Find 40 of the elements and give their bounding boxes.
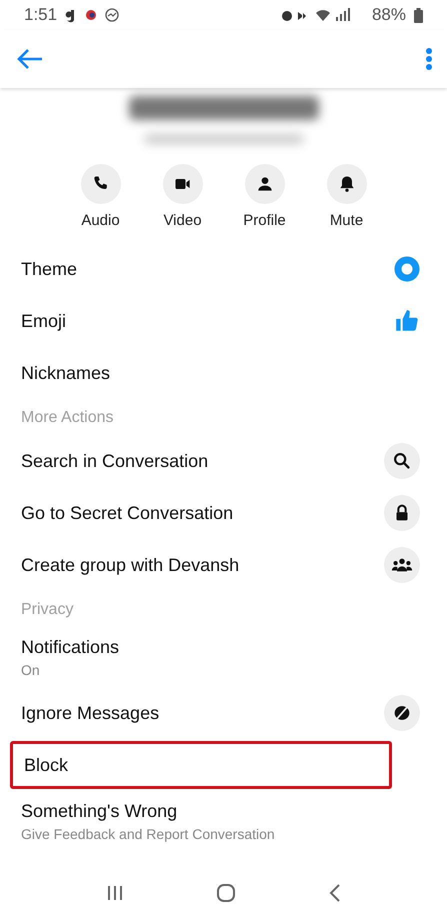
theme-swatch-icon bbox=[394, 256, 420, 282]
battery-percentage: 88% bbox=[372, 5, 406, 25]
thumbs-up-icon bbox=[394, 308, 420, 334]
contact-action-button[interactable]: Video bbox=[162, 164, 202, 229]
menu-item-label[interactable]: Theme bbox=[21, 258, 78, 280]
contact-action-button[interactable]: Audio bbox=[80, 164, 120, 229]
home-button[interactable] bbox=[216, 883, 236, 903]
recent-apps-icon bbox=[106, 884, 124, 902]
menu-item-label[interactable]: Emoji bbox=[21, 310, 66, 332]
crossed-bubble-icon bbox=[384, 695, 420, 731]
status-time: 1:51 bbox=[24, 5, 58, 25]
contact-action-button[interactable]: Profile bbox=[244, 164, 284, 229]
battery-icon bbox=[414, 8, 423, 22]
section-header: More Actions bbox=[20, 408, 114, 428]
menu-item-label[interactable]: Notifications bbox=[21, 636, 120, 658]
group-icon bbox=[384, 547, 420, 583]
person-icon bbox=[244, 164, 284, 204]
recent-apps-button[interactable] bbox=[106, 884, 124, 902]
lock-icon bbox=[384, 495, 420, 531]
menu-item-label[interactable]: Search in Conversation bbox=[21, 450, 208, 472]
phone-icon bbox=[80, 164, 120, 204]
menu-item-label[interactable]: Go to Secret Conversation bbox=[21, 502, 234, 524]
menu-item-label[interactable]: Create group with Devansh bbox=[21, 554, 240, 576]
menu-item-label[interactable]: Something's Wrong bbox=[21, 800, 275, 822]
menu-item-label[interactable]: Ignore Messages bbox=[21, 702, 160, 724]
contact-action-button[interactable]: Mute bbox=[326, 164, 366, 229]
bell-icon bbox=[326, 164, 366, 204]
more-options-icon bbox=[425, 47, 433, 71]
menu-item-label[interactable]: Nicknames bbox=[21, 362, 110, 384]
more-options-button[interactable] bbox=[425, 47, 433, 71]
back-chevron-icon bbox=[328, 883, 341, 903]
video-camera-icon bbox=[162, 164, 202, 204]
back-nav-button[interactable] bbox=[328, 883, 341, 903]
section-header: Privacy bbox=[20, 600, 74, 620]
search-icon bbox=[384, 443, 420, 479]
highlighted-menu-row[interactable]: Block bbox=[10, 741, 392, 789]
back-button[interactable] bbox=[16, 47, 44, 71]
menu-item-subtitle: Give Feedback and Report Conversation bbox=[21, 826, 275, 842]
menu-item-subtitle: On bbox=[21, 662, 41, 678]
menu-item-label[interactable]: Block bbox=[24, 754, 68, 776]
